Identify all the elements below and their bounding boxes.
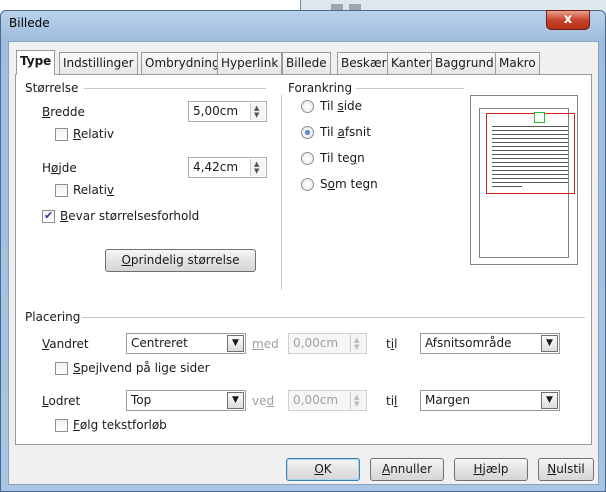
help-button[interactable]: Hjælp	[454, 458, 528, 481]
preview-paragraph-area	[486, 112, 575, 194]
close-button[interactable]: x	[546, 10, 590, 30]
anchor-to-character-label: Til tegn	[320, 151, 365, 165]
size-group-divider	[84, 88, 266, 89]
anchor-group-divider	[356, 88, 464, 89]
tab-makro[interactable]: Makro	[495, 52, 540, 74]
spin-arrows-icon[interactable]: ▲ ▼	[250, 103, 265, 120]
horizontal-to-value: Afsnitsområde	[425, 336, 512, 350]
anchor-to-character-radio[interactable]	[301, 152, 314, 165]
anchor-to-page-radio[interactable]	[301, 100, 314, 113]
horizontal-to-combo[interactable]: Afsnitsområde ▼	[420, 333, 560, 354]
height-spinbox[interactable]: 4,42cm ▲ ▼	[188, 157, 267, 178]
spin-arrows-icon[interactable]: ▲ ▼	[350, 335, 365, 352]
position-preview	[470, 95, 578, 265]
tab-type[interactable]: Type	[16, 50, 56, 75]
keep-ratio-checkbox[interactable]	[42, 209, 55, 223]
follow-flow-checkbox[interactable]	[55, 419, 68, 432]
horizontal-by-label: med	[252, 337, 279, 351]
horizontal-to-label: til	[386, 337, 398, 351]
height-relative-checkbox[interactable]	[55, 184, 68, 197]
horizontal-value: Centreret	[131, 336, 188, 350]
tab-hyperlink[interactable]: Hyperlink	[217, 52, 283, 74]
tab-baggrund[interactable]: Baggrund	[431, 52, 498, 74]
vertical-to-value: Margen	[425, 393, 471, 407]
reset-button[interactable]: Nulstil	[538, 458, 594, 481]
tab-beskaer[interactable]: Beskær	[337, 52, 391, 74]
original-size-button[interactable]: Oprindelig størrelse	[105, 249, 256, 272]
size-group-label: Størrelse	[25, 81, 79, 95]
vertical-by-label: ved	[252, 394, 275, 408]
width-relative-label: Relativ	[73, 127, 115, 141]
horizontal-label: Vandret	[42, 337, 89, 351]
horizontal-by-value: 0,00cm	[293, 336, 339, 350]
spin-arrows-icon[interactable]: ▲ ▼	[250, 159, 265, 176]
vertical-combo[interactable]: Top ▼	[126, 390, 246, 411]
chevron-down-icon[interactable]: ▼	[541, 335, 558, 352]
width-spinbox[interactable]: 5,00cm ▲ ▼	[188, 101, 267, 122]
preview-image-frame	[534, 112, 545, 123]
horizontal-combo[interactable]: Centreret ▼	[126, 333, 246, 354]
position-group-label: Placering	[25, 310, 81, 324]
mirror-checkbox[interactable]	[55, 362, 68, 375]
vertical-to-combo[interactable]: Margen ▼	[420, 390, 560, 411]
ok-button[interactable]: OK	[286, 458, 360, 481]
height-relative-label: Relativ	[73, 183, 115, 197]
anchor-as-character-radio[interactable]	[301, 178, 314, 191]
follow-flow-label: Følg tekstforløb	[73, 418, 167, 432]
chevron-down-icon[interactable]: ▼	[227, 392, 244, 409]
width-relative-checkbox[interactable]	[55, 128, 68, 141]
width-label: Bredde	[42, 105, 85, 119]
dialog-title: Billede	[9, 16, 50, 30]
dialog-window: Billede x Type Indstillinger Ombrydning …	[0, 10, 606, 492]
anchor-to-paragraph-radio[interactable]	[301, 126, 314, 139]
column-divider	[281, 95, 282, 290]
tab-indstillinger[interactable]: Indstillinger	[59, 52, 138, 74]
anchor-to-page-label: Til side	[320, 99, 363, 113]
cancel-button[interactable]: Annuller	[370, 458, 444, 481]
chevron-down-icon[interactable]: ▼	[227, 335, 244, 352]
width-value: 5,00cm	[193, 104, 239, 118]
height-label: Højde	[42, 161, 77, 175]
vertical-by-value: 0,00cm	[293, 393, 339, 407]
tab-kanter[interactable]: Kanter	[387, 52, 435, 74]
anchor-group-label: Forankring	[288, 81, 353, 95]
vertical-label: Lodret	[42, 394, 81, 408]
mirror-label: Spejlvend på lige sider	[73, 361, 210, 375]
horizontal-by-spinbox[interactable]: 0,00cm ▲ ▼	[288, 333, 367, 354]
spin-arrows-icon[interactable]: ▲ ▼	[350, 392, 365, 409]
height-value: 4,42cm	[193, 160, 239, 174]
chevron-down-icon[interactable]: ▼	[541, 392, 558, 409]
preview-page	[479, 108, 575, 258]
tab-panel-type: Størrelse Bredde 5,00cm ▲ ▼ Relativ Højde…	[15, 74, 592, 445]
position-group-divider	[82, 317, 585, 318]
vertical-value: Top	[131, 393, 152, 407]
tab-billede[interactable]: Billede	[282, 52, 331, 74]
dialog-client-area: Type Indstillinger Ombrydning Hyperlink …	[8, 41, 599, 485]
vertical-to-label: til	[386, 394, 398, 408]
tab-ombrydning[interactable]: Ombrydning	[141, 52, 224, 74]
anchor-as-character-label: Som tegn	[320, 177, 378, 191]
vertical-by-spinbox[interactable]: 0,00cm ▲ ▼	[288, 390, 367, 411]
close-icon: x	[563, 12, 573, 27]
keep-ratio-label: Bevar størrelsesforhold	[60, 209, 200, 223]
anchor-to-paragraph-label: Til afsnit	[320, 125, 371, 139]
